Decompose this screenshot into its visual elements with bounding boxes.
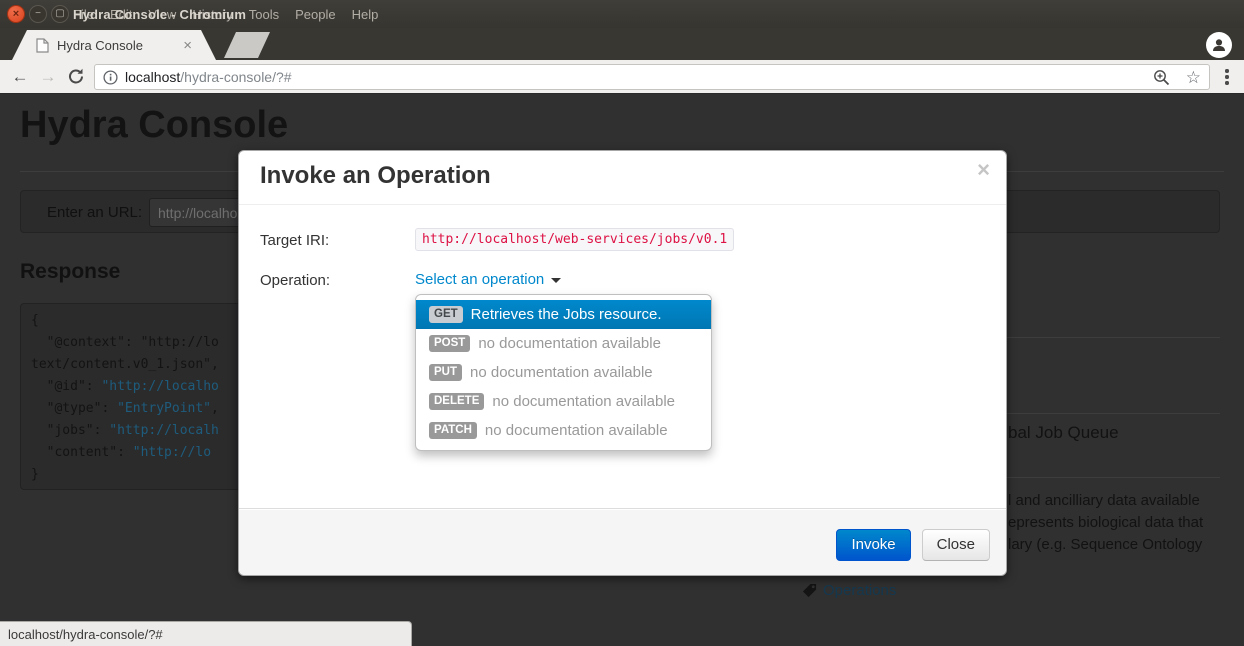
- menu-people[interactable]: People: [295, 7, 335, 22]
- page-title: Hydra Console: [20, 104, 288, 147]
- window-close-button[interactable]: ×: [7, 5, 25, 23]
- browser-toolbar: ← → localhost/hydra-console/?# ☆: [0, 60, 1244, 94]
- response-iri-link[interactable]: "http://localho: [101, 379, 218, 394]
- bookmark-star-icon[interactable]: ☆: [1186, 69, 1201, 86]
- tag-icon: [802, 583, 817, 598]
- operation-option-get[interactable]: GET Retrieves the Jobs resource.: [416, 300, 711, 329]
- operation-label: Operation:: [260, 272, 330, 289]
- method-badge-post: POST: [429, 335, 470, 353]
- response-json-text: "jobs":: [31, 423, 109, 438]
- doc-entry-title: bal Job Queue: [1008, 423, 1119, 443]
- doc-description-line: l and ancilliary data available: [1008, 490, 1203, 512]
- modal-body: Target IRI: http://localhost/web-service…: [239, 205, 1006, 509]
- invoke-button[interactable]: Invoke: [836, 529, 910, 561]
- response-json-text: "@id":: [31, 379, 101, 394]
- operation-option-patch[interactable]: PATCH no documentation available: [416, 416, 711, 445]
- tab-title: Hydra Console: [57, 38, 143, 53]
- operation-option-post[interactable]: POST no documentation available: [416, 329, 711, 358]
- doc-description: l and ancilliary data availableepresents…: [1008, 490, 1203, 556]
- operation-select-label: Select an operation: [415, 271, 544, 288]
- response-heading: Response: [20, 260, 120, 284]
- modal-close-icon[interactable]: ×: [977, 159, 990, 181]
- response-json-text: }: [31, 467, 39, 482]
- operation-option-put[interactable]: PUT no documentation available: [416, 358, 711, 387]
- response-iri-link[interactable]: "EntryPoint": [117, 401, 211, 416]
- operation-doc-text: no documentation available: [478, 335, 661, 352]
- target-iri-value: http://localhost/web-services/jobs/v0.1: [415, 228, 734, 251]
- browser-window: × − ▢ FileEditViewHistoryToolsPeopleHelp…: [0, 0, 1244, 646]
- zoom-icon[interactable]: [1153, 69, 1170, 86]
- status-bar: localhost/hydra-console/?#: [0, 621, 412, 646]
- method-badge-patch: PATCH: [429, 422, 477, 440]
- url-path: /hydra-console/?#: [180, 69, 291, 85]
- operations-link-label: Operations: [823, 582, 896, 599]
- method-badge-put: PUT: [429, 364, 462, 382]
- operation-doc-text: Retrieves the Jobs resource.: [471, 306, 662, 323]
- response-json-text: "@context": "http://lo: [31, 335, 219, 350]
- address-bar[interactable]: localhost/hydra-console/?# ☆: [94, 64, 1210, 90]
- modal-title: Invoke an Operation: [260, 162, 491, 190]
- page-info-icon[interactable]: [103, 70, 118, 85]
- doc-description-line: epresents biological data that: [1008, 512, 1203, 534]
- operation-dropdown-menu: GETRetrieves the Jobs resource.POSTno do…: [415, 294, 712, 451]
- back-button[interactable]: ←: [6, 67, 34, 87]
- menu-tools[interactable]: Tools: [249, 7, 279, 22]
- modal-footer: Invoke Close: [239, 508, 1006, 575]
- response-json-text: {: [31, 313, 39, 328]
- response-iri-link[interactable]: "http://lo: [133, 445, 211, 460]
- close-button[interactable]: Close: [922, 529, 990, 561]
- operation-doc-text: no documentation available: [492, 393, 675, 410]
- url-entry-label: Enter an URL:: [47, 204, 142, 221]
- operation-select-toggle[interactable]: Select an operation: [415, 271, 561, 288]
- operation-doc-text: no documentation available: [485, 422, 668, 439]
- tab-strip: Hydra Console ×: [0, 28, 1244, 60]
- profile-avatar-icon[interactable]: [1206, 32, 1232, 58]
- status-bar-url: localhost/hydra-console/?#: [8, 627, 163, 642]
- page-favicon-icon: [36, 38, 49, 53]
- window-title: Hydra Console - Chromium: [73, 0, 246, 28]
- window-maximize-button[interactable]: ▢: [51, 5, 69, 23]
- method-badge-get: GET: [429, 306, 463, 324]
- url-host: localhost: [125, 69, 180, 85]
- titlebar: × − ▢ FileEditViewHistoryToolsPeopleHelp…: [0, 0, 1244, 28]
- menu-help[interactable]: Help: [352, 7, 379, 22]
- doc-description-line: lary (e.g. Sequence Ontology: [1008, 534, 1203, 556]
- tab-hydra-console[interactable]: Hydra Console ×: [12, 30, 216, 60]
- browser-menu-icon[interactable]: [1219, 67, 1235, 87]
- response-iri-link[interactable]: "http://localh: [109, 423, 219, 438]
- target-iri-label: Target IRI:: [260, 232, 329, 249]
- response-json-text: "@type":: [31, 401, 117, 416]
- reload-button[interactable]: [62, 68, 90, 85]
- operation-option-delete[interactable]: DELETE no documentation available: [416, 387, 711, 416]
- forward-button[interactable]: →: [34, 67, 62, 87]
- method-badge-delete: DELETE: [429, 393, 484, 411]
- operation-doc-text: no documentation available: [470, 364, 653, 381]
- window-minimize-button[interactable]: −: [29, 5, 47, 23]
- modal-header: Invoke an Operation ×: [239, 151, 1006, 205]
- response-json-text: text/content.v0_1.json",: [31, 357, 219, 372]
- operations-link[interactable]: Operations: [802, 582, 896, 599]
- response-json-text: ,: [211, 401, 219, 416]
- invoke-operation-modal: Invoke an Operation × Target IRI: http:/…: [238, 150, 1007, 576]
- person-icon: [1211, 37, 1227, 53]
- new-tab-button[interactable]: [224, 32, 270, 58]
- caret-down-icon: [551, 278, 561, 283]
- response-json-text: "content":: [31, 445, 133, 460]
- tab-close-icon[interactable]: ×: [183, 38, 192, 53]
